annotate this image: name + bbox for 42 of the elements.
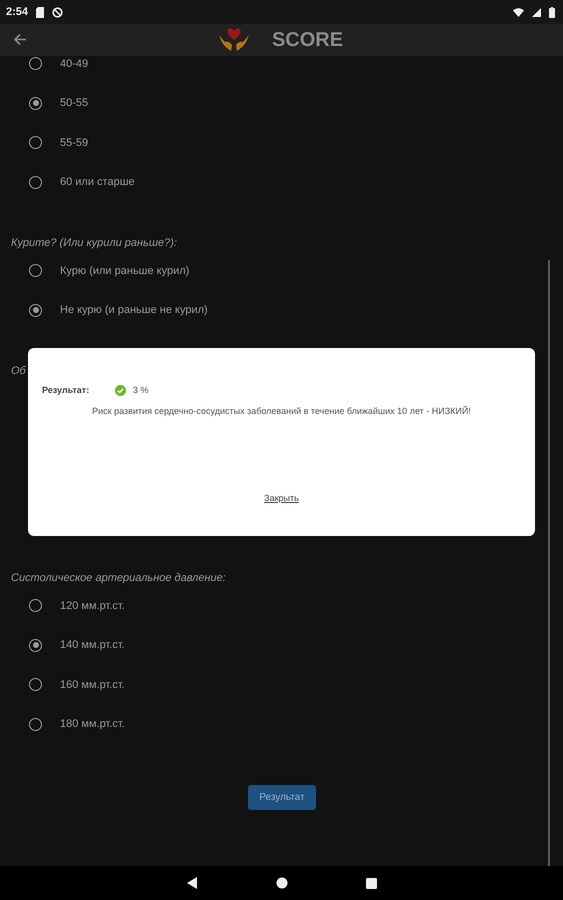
option-label[interactable]: 180 мм.рт.ст. (60, 718, 125, 730)
blocked-icon (52, 6, 64, 18)
radio-button[interactable] (29, 718, 42, 731)
wifi-icon (513, 8, 524, 16)
scrollbar[interactable] (548, 260, 550, 866)
home-icon[interactable] (276, 877, 288, 889)
battery-icon (549, 6, 555, 18)
option-label[interactable]: 160 мм.рт.ст. (60, 678, 125, 691)
back-arrow-icon[interactable] (13, 33, 27, 46)
radio-button[interactable] (29, 304, 42, 317)
option-label[interactable]: 40-49 (60, 58, 88, 70)
option-label[interactable]: Курю (или раньше курил) (60, 264, 190, 277)
radio-button[interactable] (29, 136, 42, 150)
option-label[interactable]: 55-59 (60, 136, 88, 149)
option-label[interactable]: 60 или старше (60, 176, 135, 188)
heart-hands-logo-icon (218, 26, 250, 54)
radio-button[interactable] (29, 638, 42, 652)
back-icon[interactable] (186, 877, 198, 889)
recents-icon[interactable] (366, 878, 377, 888)
question-label: Курите? (Или курили раньше?): (11, 236, 178, 251)
result-button[interactable]: Результат (248, 785, 316, 810)
option-label[interactable]: 50-55 (60, 97, 88, 110)
clock: 2:54 (6, 6, 28, 18)
app-title: SCORE (272, 28, 344, 52)
question-label: Об (11, 364, 27, 379)
radio-button[interactable] (29, 264, 42, 278)
radio-button[interactable] (29, 678, 42, 692)
close-link[interactable]: Закрыть (264, 493, 299, 503)
result-label: Результат: (42, 385, 90, 395)
option-label[interactable]: 140 мм.рт.ст. (60, 639, 125, 652)
radio-button[interactable] (29, 96, 42, 110)
signal-icon (532, 8, 541, 16)
risk-message: Риск развития сердечно-сосудистых заболеваний в течение ближайших 10 лет - НИЗКИЙ! (92, 406, 471, 416)
option-label[interactable]: Не курю (и раньше не курил) (60, 304, 208, 316)
result-value: 3 % (133, 385, 149, 395)
option-label[interactable]: 120 мм.рт.ст. (60, 600, 125, 612)
radio-button[interactable] (29, 599, 42, 612)
question-label: Систолическое артериальное давление: (11, 571, 227, 586)
radio-button[interactable] (29, 176, 42, 189)
sd-card-icon (36, 6, 44, 18)
check-circle-icon (115, 384, 126, 396)
radio-button[interactable] (29, 57, 42, 70)
